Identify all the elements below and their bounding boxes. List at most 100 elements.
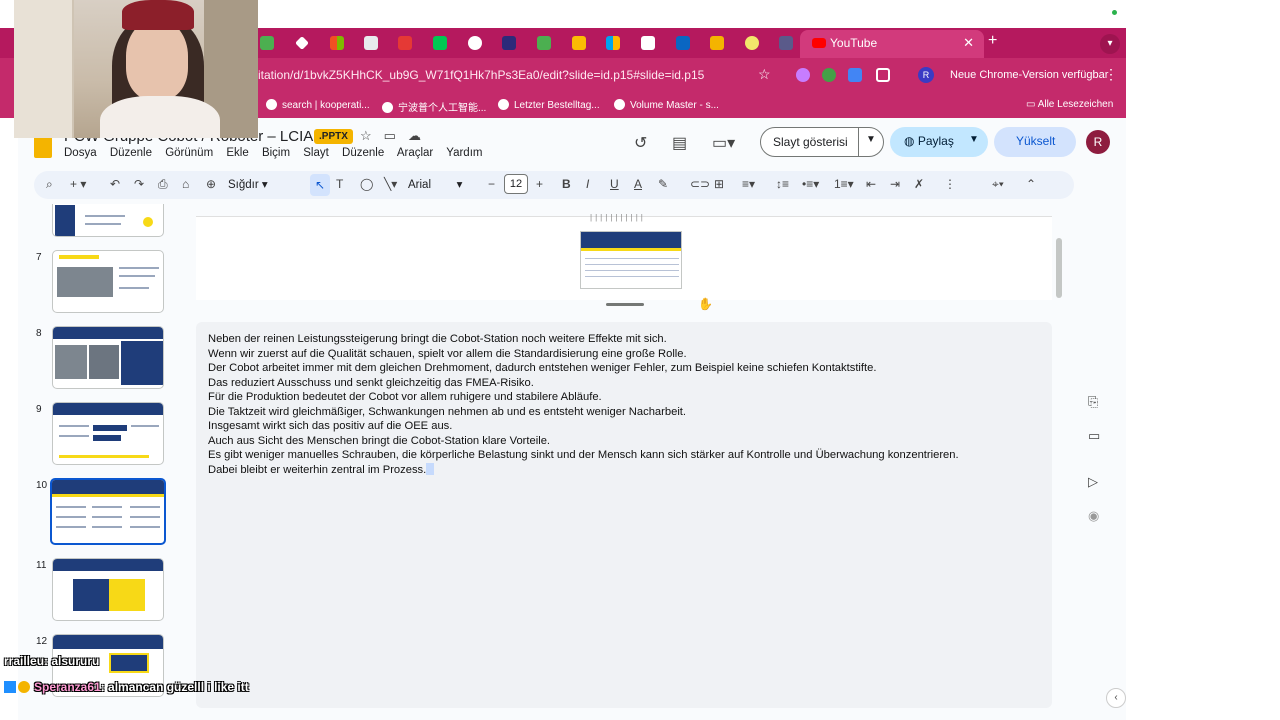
tab-youtube[interactable]: YouTube ✕ <box>800 30 984 58</box>
keep-icon[interactable]: ⎘ <box>1088 394 1098 410</box>
slide-thumbnail-7[interactable] <box>52 250 164 313</box>
move-folder-icon[interactable]: ▭ <box>384 128 408 143</box>
menu-format[interactable]: Biçim <box>262 147 290 159</box>
meet-camera-icon[interactable]: ▭▾ <box>712 133 735 153</box>
url-field[interactable]: itation/d/1bvkZ5KHhCK_ub9G_W71fQ1Hk7hPs3… <box>258 68 704 82</box>
chevron-down-icon[interactable]: ▼ <box>866 134 876 145</box>
slide-canvas[interactable]: ||||||||||| ✋ <box>196 213 1052 311</box>
zoom-select[interactable]: Sığdır ▾ <box>228 177 268 191</box>
upgrade-button[interactable]: Yükselt <box>994 127 1076 157</box>
menu-edit[interactable]: Düzenle <box>110 147 152 159</box>
cloud-icon[interactable]: ☁ <box>408 128 433 143</box>
bookmark-star-icon[interactable]: ☆ <box>758 66 771 83</box>
tab-diamond-icon[interactable] <box>295 36 309 50</box>
star-icon[interactable]: ☆ <box>360 128 384 143</box>
bold-icon[interactable]: B <box>562 177 571 191</box>
user-avatar[interactable]: R <box>1086 130 1110 154</box>
share-button[interactable]: ◍ Paylaş ▼ <box>890 127 988 157</box>
search-menus-icon[interactable]: ⌕ <box>46 177 53 192</box>
underline-icon[interactable]: U <box>610 177 619 191</box>
text-box-icon[interactable]: T <box>336 177 343 191</box>
tab-drive2-icon[interactable] <box>537 36 551 50</box>
font-size-input[interactable]: 12 <box>504 174 528 194</box>
menu-help[interactable]: Yardım <box>446 147 482 159</box>
history-icon[interactable]: ↺ <box>634 133 647 153</box>
bookmark-item[interactable]: Letzter Bestelltag... <box>498 99 600 111</box>
slide-thumbnail-8[interactable] <box>52 326 164 389</box>
select-cursor-icon[interactable]: ↖ <box>310 174 330 196</box>
decrease-font-icon[interactable]: − <box>488 177 495 191</box>
tab-search-icon[interactable] <box>641 36 655 50</box>
shield-icon[interactable] <box>822 68 836 82</box>
translate-icon[interactable] <box>848 68 862 82</box>
italic-icon[interactable]: I <box>586 177 589 191</box>
speaker-notes[interactable]: Neben der reinen Leistungssteigerung bri… <box>196 322 1052 708</box>
text-color-icon[interactable]: A <box>634 177 642 191</box>
align-icon[interactable]: ≡▾ <box>742 177 755 191</box>
menu-insert[interactable]: Ekle <box>226 147 248 159</box>
folder-icon[interactable]: ▭ <box>1088 428 1100 444</box>
close-icon[interactable]: ✕ <box>963 35 974 51</box>
comment-icon[interactable]: ▤ <box>672 133 687 153</box>
font-select[interactable]: Arial ▾ <box>408 177 462 191</box>
comment-add-icon[interactable]: ⊞ <box>714 177 724 191</box>
tab-huawei-icon[interactable] <box>398 36 412 50</box>
all-bookmarks[interactable]: ▭ Alle Lesezeichen <box>1026 99 1113 110</box>
menu-file[interactable]: Dosya <box>64 147 97 159</box>
slide-thumbnail-9[interactable] <box>52 402 164 465</box>
new-tab-icon[interactable]: + <box>988 32 997 50</box>
menu-slide[interactable]: Slayt <box>303 147 329 159</box>
indent-icon[interactable]: ⇥ <box>890 177 900 191</box>
tab-pill-icon[interactable] <box>745 36 759 50</box>
extension-icon[interactable] <box>796 68 810 82</box>
update-chrome-button[interactable]: Neue Chrome-Version verfügbar <box>942 64 1116 86</box>
more-icon[interactable]: ⋮ <box>944 177 956 191</box>
print-icon[interactable]: ⎙ <box>158 177 168 192</box>
tab-calendar-icon[interactable] <box>364 36 378 50</box>
record-icon[interactable]: ◉ <box>1088 508 1099 524</box>
chevron-down-icon[interactable]: ▼ <box>969 134 979 145</box>
profile-avatar[interactable]: R <box>918 67 934 83</box>
line-icon[interactable]: ╲▾ <box>384 177 397 191</box>
notes-resize-handle[interactable] <box>606 303 644 306</box>
slide-thumbnail-11[interactable] <box>52 558 164 621</box>
increase-font-icon[interactable]: + <box>536 177 543 191</box>
kebab-menu-icon[interactable]: ⋮ <box>1104 66 1118 83</box>
numbered-list-icon[interactable]: 1≡▾ <box>834 177 854 191</box>
tab-openai-icon[interactable] <box>468 36 482 50</box>
undo-icon[interactable]: ↶ <box>110 177 120 191</box>
tab-gray-icon[interactable] <box>779 36 793 50</box>
menu-tools[interactable]: Araçlar <box>397 147 433 159</box>
slideshow-button[interactable]: Slayt gösterisi ▼ <box>760 127 884 157</box>
slide-thumbnail-10-selected[interactable] <box>50 478 166 545</box>
tab-dark-icon[interactable] <box>502 36 516 50</box>
tab-slides-icon[interactable] <box>710 36 724 50</box>
tab-k-icon[interactable] <box>433 36 447 50</box>
link-icon[interactable]: ⊂⊃ <box>690 177 710 191</box>
slides-logo[interactable] <box>34 136 52 158</box>
slide-thumbnail[interactable] <box>52 204 164 237</box>
redo-icon[interactable]: ↷ <box>134 177 144 191</box>
zoom-icon[interactable]: ⊕ <box>206 177 216 191</box>
menu-arrange[interactable]: Düzenle <box>342 147 384 159</box>
speaker-notes-text[interactable]: Neben der reinen Leistungssteigerung bri… <box>208 332 1038 477</box>
tab-search-menu-icon[interactable]: ▾ <box>1100 34 1120 54</box>
clear-format-icon[interactable]: ✗ <box>914 177 924 191</box>
edit-mode-icon[interactable]: ⌖▾ <box>992 177 1004 192</box>
bookmark-item[interactable]: search | kooperati... <box>266 99 370 111</box>
bookmark-item[interactable]: 宁波普个人工智能... <box>382 99 486 114</box>
bookmark-item[interactable]: Volume Master - s... <box>614 99 719 111</box>
outdent-icon[interactable]: ⇤ <box>866 177 876 191</box>
new-slide-icon[interactable]: + ▾ <box>70 177 86 191</box>
canvas-scrollbar[interactable] <box>1056 238 1062 298</box>
paint-format-icon[interactable]: ⌂ <box>182 177 189 191</box>
shape-icon[interactable]: ◯ <box>360 177 373 191</box>
tab-drive3-icon[interactable] <box>572 36 586 50</box>
bullet-list-icon[interactable]: •≡▾ <box>802 177 819 191</box>
side-panel-toggle-icon[interactable]: ‹ <box>1106 688 1126 708</box>
tab-drive-icon[interactable] <box>260 36 274 50</box>
collapse-toolbar-icon[interactable]: ⌃ <box>1026 177 1036 191</box>
tab-microsoft2-icon[interactable] <box>606 36 620 50</box>
line-spacing-icon[interactable]: ↕≡ <box>776 177 789 191</box>
tab-microsoft-icon[interactable] <box>330 36 344 50</box>
